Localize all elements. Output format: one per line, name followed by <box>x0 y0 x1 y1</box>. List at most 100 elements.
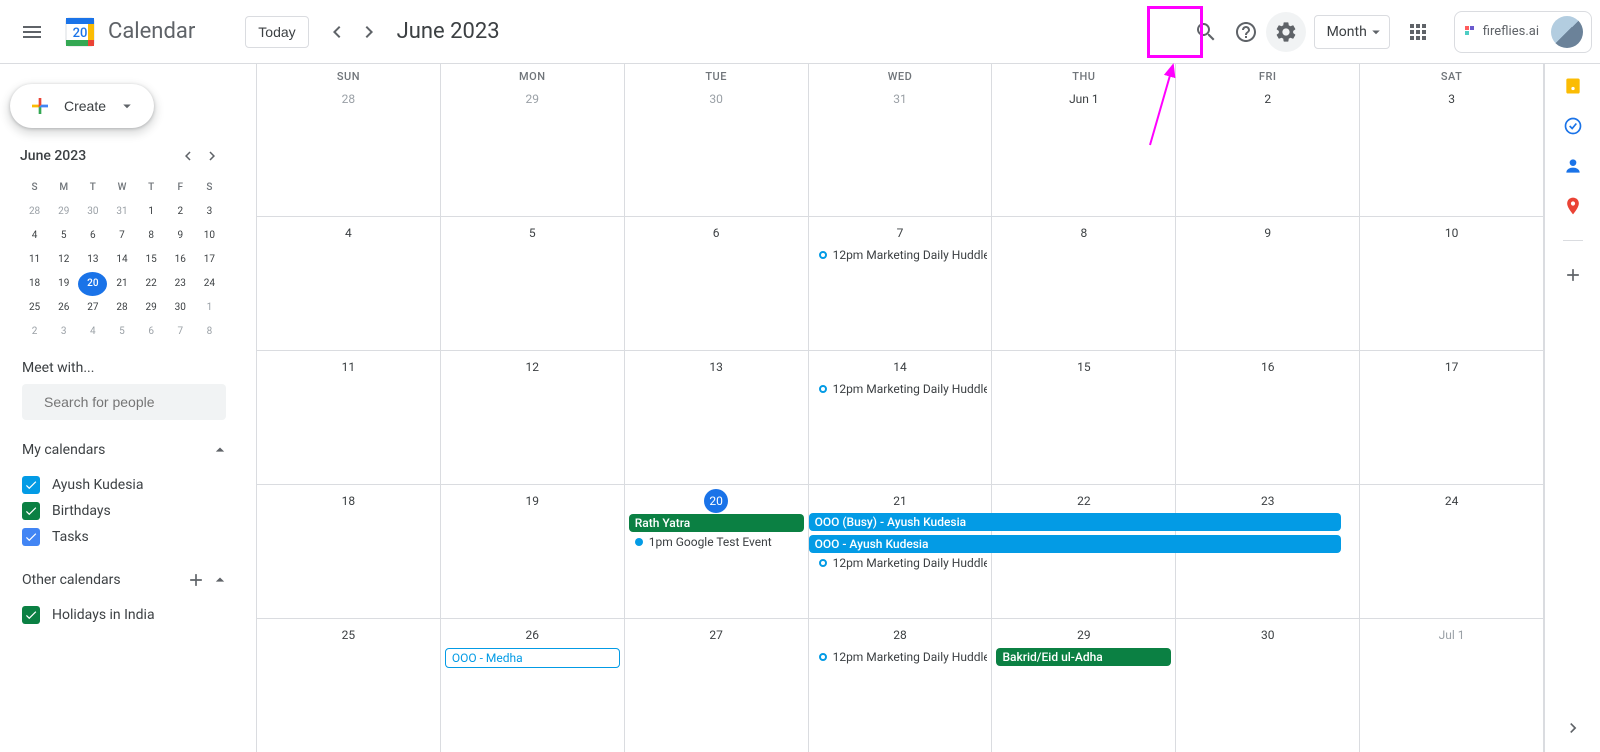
apps-icon[interactable] <box>1398 12 1438 52</box>
hide-panel-button[interactable] <box>1561 716 1585 740</box>
day-cell[interactable]: 19 <box>441 485 625 618</box>
day-cell[interactable]: 30 <box>625 83 809 216</box>
day-cell[interactable]: Jun 1 <box>992 83 1176 216</box>
mini-day[interactable]: 2 <box>166 200 195 224</box>
day-cell[interactable]: 28 <box>257 83 441 216</box>
mini-day[interactable]: 1 <box>137 200 166 224</box>
mini-day[interactable]: 2 <box>20 320 49 344</box>
search-people[interactable] <box>22 384 226 420</box>
event[interactable]: OOO - Medha <box>445 648 620 668</box>
mini-day[interactable]: 31 <box>107 200 136 224</box>
mini-day[interactable]: 30 <box>166 296 195 320</box>
day-cell[interactable]: 31 <box>809 83 993 216</box>
day-cell[interactable]: 8 <box>992 217 1176 350</box>
day-cell[interactable]: 18 <box>257 485 441 618</box>
mini-day[interactable]: 15 <box>137 248 166 272</box>
mini-day[interactable]: 8 <box>195 320 224 344</box>
keep-icon[interactable] <box>1563 76 1583 96</box>
mini-day[interactable]: 27 <box>78 296 107 320</box>
my-calendars-header[interactable]: My calendars <box>22 436 230 464</box>
mini-day[interactable]: 14 <box>107 248 136 272</box>
day-cell[interactable]: 1412pm Marketing Daily Huddle <box>809 351 993 484</box>
mini-day[interactable]: 20 <box>78 272 107 296</box>
event[interactable]: 12pm Marketing Daily Huddle <box>813 380 988 398</box>
today-button[interactable]: Today <box>245 16 308 48</box>
day-cell[interactable]: 2 <box>1176 83 1360 216</box>
maps-icon[interactable] <box>1563 196 1583 216</box>
search-people-input[interactable] <box>44 394 225 410</box>
mini-day[interactable]: 21 <box>107 272 136 296</box>
event[interactable]: 12pm Marketing Daily Huddle <box>813 648 988 666</box>
mini-day[interactable]: 1 <box>195 296 224 320</box>
calendar-checkbox[interactable] <box>22 528 40 546</box>
day-cell[interactable]: 20Rath Yatra1pm Google Test Event <box>625 485 809 618</box>
mini-day[interactable]: 7 <box>166 320 195 344</box>
day-cell[interactable]: 24 <box>1360 485 1544 618</box>
event[interactable]: Rath Yatra <box>629 514 804 532</box>
mini-day[interactable]: 26 <box>49 296 78 320</box>
day-cell[interactable]: 25 <box>257 619 441 752</box>
day-cell[interactable]: 30 <box>1176 619 1360 752</box>
day-cell[interactable]: 3 <box>1360 83 1544 216</box>
mini-day[interactable]: 29 <box>137 296 166 320</box>
mini-next-button[interactable] <box>200 144 224 168</box>
mini-day[interactable]: 3 <box>49 320 78 344</box>
mini-day[interactable]: 18 <box>20 272 49 296</box>
contacts-icon[interactable] <box>1563 156 1583 176</box>
calendar-item[interactable]: Holidays in India <box>22 602 230 628</box>
day-cell[interactable]: 27 <box>625 619 809 752</box>
next-month-button[interactable] <box>353 16 385 48</box>
mini-day[interactable]: 25 <box>20 296 49 320</box>
mini-prev-button[interactable] <box>176 144 200 168</box>
mini-day[interactable]: 11 <box>20 248 49 272</box>
mini-day[interactable]: 13 <box>78 248 107 272</box>
day-cell[interactable]: 2812pm Marketing Daily Huddle <box>809 619 993 752</box>
mini-day[interactable]: 29 <box>49 200 78 224</box>
mini-day[interactable]: 4 <box>78 320 107 344</box>
day-cell[interactable]: 13 <box>625 351 809 484</box>
mini-day[interactable]: 5 <box>49 224 78 248</box>
calendar-checkbox[interactable] <box>22 476 40 494</box>
other-calendars-header[interactable]: Other calendars <box>22 566 230 594</box>
add-calendar-icon[interactable] <box>186 570 206 590</box>
day-cell[interactable]: 26OOO - Medha <box>441 619 625 752</box>
day-cell[interactable]: 11 <box>257 351 441 484</box>
mini-day[interactable]: 28 <box>20 200 49 224</box>
mini-day[interactable]: 30 <box>78 200 107 224</box>
day-cell[interactable]: 10 <box>1360 217 1544 350</box>
day-cell[interactable]: 16 <box>1176 351 1360 484</box>
day-cell[interactable]: 17 <box>1360 351 1544 484</box>
prev-month-button[interactable] <box>321 16 353 48</box>
extension-chip[interactable]: fireflies.ai <box>1454 11 1592 53</box>
calendar-item[interactable]: Birthdays <box>22 498 230 524</box>
menu-icon[interactable] <box>8 8 56 56</box>
day-cell[interactable]: 9 <box>1176 217 1360 350</box>
event[interactable]: 1pm Google Test Event <box>629 533 804 551</box>
avatar[interactable] <box>1551 16 1583 48</box>
mini-day[interactable]: 5 <box>107 320 136 344</box>
event[interactable]: 12pm Marketing Daily Huddle <box>813 246 988 264</box>
mini-day[interactable]: 8 <box>137 224 166 248</box>
mini-day[interactable]: 10 <box>195 224 224 248</box>
event-span[interactable]: OOO - Ayush Kudesia <box>809 535 1341 553</box>
day-cell[interactable]: 12 <box>441 351 625 484</box>
mini-day[interactable]: 6 <box>78 224 107 248</box>
mini-day[interactable]: 3 <box>195 200 224 224</box>
add-addon-icon[interactable] <box>1563 265 1583 285</box>
search-icon[interactable] <box>1186 12 1226 52</box>
mini-day[interactable]: 22 <box>137 272 166 296</box>
settings-icon[interactable] <box>1266 12 1306 52</box>
calendar-item[interactable]: Ayush Kudesia <box>22 472 230 498</box>
mini-day[interactable]: 28 <box>107 296 136 320</box>
mini-day[interactable]: 23 <box>166 272 195 296</box>
event-span[interactable]: OOO (Busy) - Ayush Kudesia <box>809 513 1341 531</box>
view-selector[interactable]: Month <box>1314 15 1390 49</box>
mini-day[interactable]: 6 <box>137 320 166 344</box>
mini-day[interactable]: 24 <box>195 272 224 296</box>
day-cell[interactable]: 6 <box>625 217 809 350</box>
day-cell[interactable]: 4 <box>257 217 441 350</box>
tasks-icon[interactable] <box>1563 116 1583 136</box>
mini-day[interactable]: 7 <box>107 224 136 248</box>
help-icon[interactable] <box>1226 12 1266 52</box>
event[interactable]: Bakrid/Eid ul-Adha <box>996 648 1171 666</box>
